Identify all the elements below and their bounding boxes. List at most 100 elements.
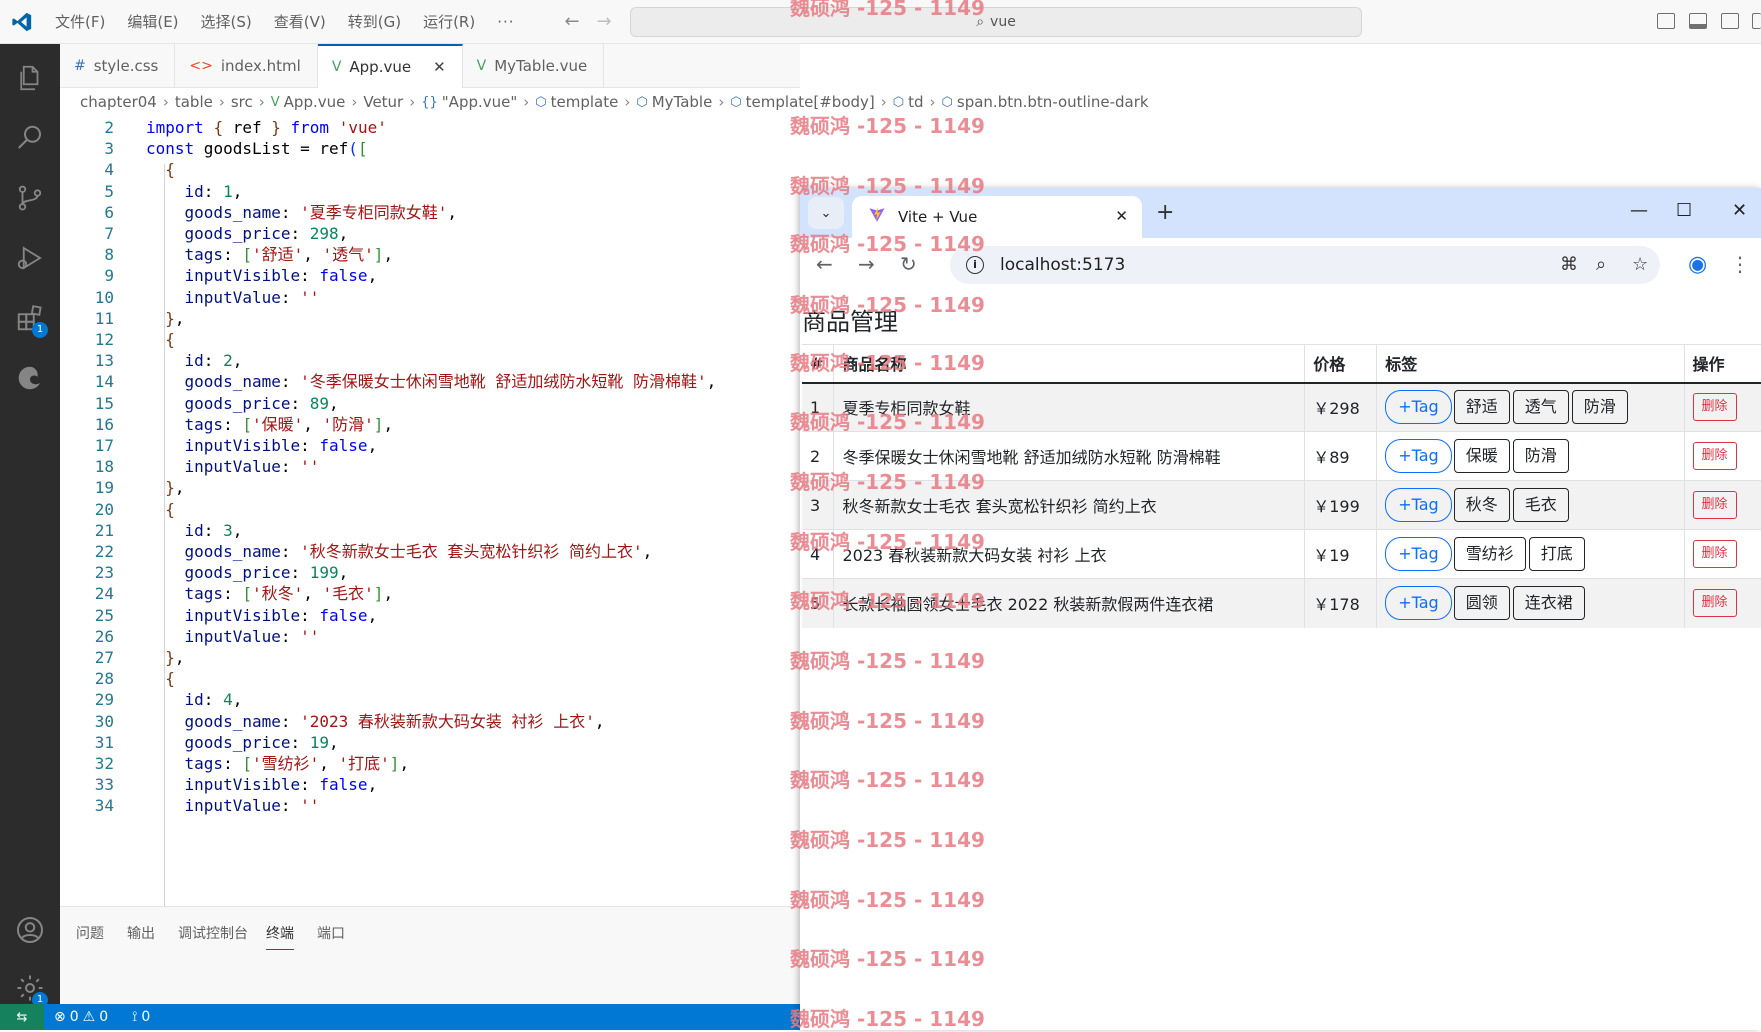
delete-button[interactable]: 删除: [1692, 540, 1737, 568]
menu-item[interactable]: 运行(R): [412, 0, 486, 44]
tag-badge[interactable]: 保暖: [1453, 439, 1510, 473]
breadcrumb-item[interactable]: src: [231, 93, 253, 111]
cell-tags: +Tag 圆领 连衣裙: [1376, 578, 1685, 628]
edge-devtools-icon[interactable]: [0, 350, 60, 406]
tag-badge[interactable]: 圆领: [1453, 586, 1510, 621]
toggle-panel-icon[interactable]: [1689, 13, 1707, 29]
menu-item[interactable]: 文件(F): [44, 0, 116, 44]
run-debug-icon[interactable]: [0, 230, 60, 286]
delete-button[interactable]: 删除: [1692, 491, 1737, 519]
breadcrumb-item[interactable]: MyTable: [652, 93, 713, 111]
panel-tab[interactable]: 调试控制台: [178, 923, 248, 943]
tag-badge[interactable]: 防滑: [1512, 439, 1569, 473]
add-tag-button[interactable]: +Tag: [1385, 488, 1452, 522]
site-info-icon[interactable]: i: [966, 256, 984, 274]
new-tab-icon[interactable]: +: [1156, 200, 1174, 225]
cell-price: ￥19: [1304, 529, 1377, 579]
tag-badge[interactable]: 透气: [1512, 390, 1569, 425]
watermark-text: 魏硕鸿 -125 - 1149: [790, 709, 985, 733]
search-icon[interactable]: [0, 110, 60, 166]
panel-tab[interactable]: 终端: [266, 923, 294, 950]
menu-kebab-icon[interactable]: ⋮: [1730, 252, 1750, 276]
symbol-icon: ⬡: [535, 94, 547, 110]
chevron-right-icon: ›: [624, 93, 631, 111]
problems-status[interactable]: ⊗ 0 ⚠ 0: [54, 1009, 108, 1025]
toggle-secondary-sidebar-icon[interactable]: [1721, 13, 1739, 29]
editor-tab[interactable]: V MyTable.vue: [463, 44, 605, 88]
address-bar[interactable]: i localhost:5173 ⌘ ⌕ ☆: [950, 246, 1660, 284]
tag-badge[interactable]: 毛衣: [1512, 488, 1569, 522]
chevron-right-icon: ›: [258, 93, 265, 111]
watermark-text: 魏硕鸿 -125 - 1149: [790, 828, 985, 852]
header-tags: 标签: [1376, 344, 1685, 384]
editor-tab[interactable]: # style.css: [60, 44, 176, 88]
delete-button[interactable]: 删除: [1692, 393, 1737, 422]
menu-item[interactable]: ···: [486, 0, 525, 44]
panel-tab[interactable]: 端口: [317, 923, 345, 943]
breadcrumb-item[interactable]: "App.vue": [442, 93, 517, 111]
breadcrumb-item[interactable]: td: [908, 93, 923, 111]
cell-price: ￥89: [1304, 431, 1377, 481]
tag-badge[interactable]: 秋冬: [1453, 488, 1510, 522]
source-control-icon[interactable]: [0, 170, 60, 226]
tag-badge[interactable]: 连衣裙: [1512, 586, 1585, 621]
cell-tags: +Tag 雪纺衫 打底: [1376, 529, 1685, 579]
warning-icon: ⚠: [82, 1009, 96, 1025]
add-tag-button[interactable]: +Tag: [1385, 586, 1452, 621]
tag-badge[interactable]: 防滑: [1571, 390, 1628, 425]
close-window-icon[interactable]: ✕: [1732, 200, 1747, 221]
code-line: 34 inputValue: '': [60, 794, 800, 818]
chevron-right-icon: ›: [929, 93, 936, 111]
watermark-text: 魏硕鸿 -125 - 1149: [790, 410, 985, 434]
delete-button[interactable]: 删除: [1692, 442, 1737, 470]
add-tag-button[interactable]: +Tag: [1385, 537, 1452, 571]
extensions-icon[interactable]: 1: [0, 290, 60, 346]
breadcrumb-item[interactable]: Vetur: [363, 93, 403, 111]
zoom-icon[interactable]: ⌕: [1596, 254, 1606, 275]
editor-tab[interactable]: <> index.html: [175, 44, 318, 88]
tag-badge[interactable]: 雪纺衫: [1453, 537, 1526, 571]
nav-back-icon[interactable]: ←: [560, 10, 584, 34]
menu-item[interactable]: 转到(G): [337, 0, 412, 44]
ports-status[interactable]: ⟟ 0: [132, 1009, 150, 1025]
breadcrumb-item[interactable]: span.btn.btn-outline-dark: [957, 93, 1149, 111]
symbol-icon: ⬡: [636, 94, 648, 110]
close-tab-icon[interactable]: ✕: [433, 58, 446, 76]
remote-indicator-icon[interactable]: ⇆: [0, 1004, 44, 1030]
breadcrumb-item[interactable]: template[#body]: [746, 93, 875, 111]
delete-button[interactable]: 删除: [1692, 589, 1737, 618]
minimize-icon[interactable]: —: [1630, 200, 1648, 221]
add-tag-button[interactable]: +Tag: [1385, 439, 1452, 473]
menu-item[interactable]: 查看(V): [263, 0, 337, 44]
menu-item[interactable]: 选择(S): [190, 0, 263, 44]
tab-search-chevron-icon[interactable]: ⌄: [808, 197, 844, 229]
maximize-icon[interactable]: ☐: [1676, 200, 1692, 221]
panel-tab[interactable]: 输出: [127, 923, 155, 943]
close-tab-icon[interactable]: ✕: [1115, 207, 1128, 225]
line-number: 34: [94, 796, 114, 816]
explorer-icon[interactable]: [0, 50, 60, 106]
breadcrumb-item[interactable]: chapter04: [80, 93, 157, 111]
breadcrumb-item[interactable]: App.vue: [284, 93, 346, 111]
toggle-sidebar-icon[interactable]: [1657, 13, 1675, 29]
bookmark-star-icon[interactable]: ☆: [1632, 254, 1648, 275]
tag-badge[interactable]: 打底: [1528, 537, 1585, 571]
url-text: localhost:5173: [1000, 255, 1126, 275]
translate-icon[interactable]: ⌘: [1560, 254, 1578, 275]
panel-tab[interactable]: 问题: [76, 923, 104, 943]
nav-forward-icon[interactable]: →: [592, 10, 616, 34]
profile-icon[interactable]: ◉: [1688, 252, 1707, 277]
customize-layout-icon[interactable]: [1752, 13, 1761, 29]
command-center-search[interactable]: ⌕ vue: [630, 7, 1362, 37]
tag-badge[interactable]: 舒适: [1453, 390, 1510, 425]
cell-tags: +Tag 舒适 透气 防滑: [1376, 382, 1685, 432]
vscode-logo-icon: [0, 0, 44, 44]
editor-tab[interactable]: V App.vue ✕: [317, 44, 463, 88]
cell-tags: +Tag 秋冬 毛衣: [1376, 480, 1685, 530]
breadcrumb-item[interactable]: template: [551, 93, 619, 111]
code-editor[interactable]: 2 import { ref } from 'vue' 3 const goodsLi…: [60, 116, 800, 906]
breadcrumb-item[interactable]: table: [175, 93, 213, 111]
accounts-icon[interactable]: [0, 902, 60, 958]
add-tag-button[interactable]: +Tag: [1385, 390, 1452, 425]
menu-item[interactable]: 编辑(E): [116, 0, 189, 44]
